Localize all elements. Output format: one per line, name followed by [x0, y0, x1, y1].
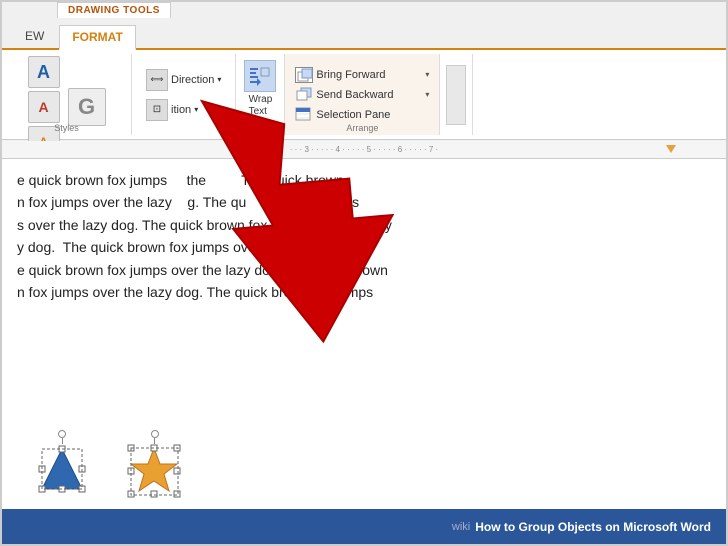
position-dropdown: ▾: [194, 105, 198, 114]
ribbon-tabs: EW FORMAT: [2, 22, 726, 50]
text-style-a-blue[interactable]: A: [28, 56, 60, 88]
wrap-text-btn[interactable]: WrapText ▾: [236, 54, 285, 135]
ruler-content: · · · 3 · · · · · 4 · · · · · 5 · · · · …: [2, 145, 726, 154]
position-icon: ⊡: [146, 99, 168, 121]
direction-dropdown: ▾: [217, 75, 221, 84]
wiki-logo: wiki: [452, 521, 470, 533]
ruler: · · · 3 · · · · · 4 · · · · · 5 · · · · …: [2, 141, 726, 159]
doc-text-6: n fox jumps over the lazy dog. The quick…: [17, 281, 711, 303]
direction-btn[interactable]: ⟺ Direction ▾: [142, 67, 225, 93]
bring-forward-btn[interactable]: Bring Forward ▾: [293, 66, 431, 84]
bring-forward-icon: [295, 67, 313, 83]
send-backward-btn[interactable]: Send Backward ▾: [293, 86, 431, 104]
more-ribbon: [440, 54, 473, 135]
direction-icon: ⟺: [146, 69, 168, 91]
tab-format-label: FORMAT: [72, 30, 122, 44]
doc-text-4: y dog. The quick brown fox jumps over th…: [17, 236, 711, 258]
selection-pane-icon: [295, 107, 313, 123]
bottom-bar: wiki How to Group Objects on Microsoft W…: [2, 509, 726, 544]
arrange-group: Bring Forward ▾ Send Backward ▾: [285, 54, 440, 135]
shape1-svg: [37, 444, 87, 494]
shape1-container[interactable]: [37, 430, 87, 499]
direction-position-group: ⟺ Direction ▾ ⊡ ition ▾: [132, 54, 236, 135]
ribbon-scroll[interactable]: [446, 65, 466, 125]
shapes-area: [37, 430, 182, 499]
selection-pane-btn[interactable]: Selection Pane: [293, 106, 431, 124]
drawing-tools-label: DRAWING TOOLS: [68, 5, 160, 16]
styles-group: A A A G Styles: [2, 54, 132, 135]
text-style-a-red[interactable]: A: [28, 91, 60, 123]
screenshot-container: DRAWING TOOLS EW FORMAT A A A G: [0, 0, 728, 546]
ruler-indicator: [666, 145, 676, 153]
doc-text-3: s over the lazy dog. The quick brown fox…: [17, 214, 711, 236]
rotate-handle-2: [151, 430, 159, 438]
how-to-label: How to Group Objects on Microsoft Word: [475, 520, 711, 534]
position-btn[interactable]: ⊡ ition ▾: [142, 97, 225, 123]
rotate-handle-1: [58, 430, 66, 438]
arrange-label: Arrange: [285, 123, 439, 133]
bring-forward-label: Bring Forward: [316, 69, 385, 81]
tab-format[interactable]: FORMAT: [59, 25, 135, 50]
styles-label: Styles: [2, 123, 131, 133]
wrap-text-dropdown: ▾: [258, 120, 262, 129]
text-style-g[interactable]: G: [68, 88, 106, 126]
doc-text-2: n fox jumps over the lazy g. The qu own …: [17, 191, 711, 213]
send-backward-icon: [295, 87, 313, 103]
wrap-text-label: WrapText: [249, 94, 273, 118]
send-backward-dropdown[interactable]: ▾: [425, 90, 429, 99]
doc-text-5: e quick brown fox jumps over the lazy do…: [17, 259, 711, 281]
position-label: ition: [171, 104, 191, 116]
direction-label: Direction: [171, 74, 214, 86]
shape2-container[interactable]: [127, 430, 182, 499]
drawing-tools-tab[interactable]: DRAWING TOOLS: [57, 2, 171, 18]
selection-pane-label: Selection Pane: [316, 109, 390, 121]
send-backward-label: Send Backward: [316, 89, 393, 101]
ribbon-content: A A A G Styles ⟺ Direction ▾: [2, 50, 726, 140]
tab-ew[interactable]: EW: [12, 24, 57, 48]
shape1-wrapper: [37, 444, 87, 499]
star-svg: [127, 444, 182, 499]
wrap-text-icon: [244, 60, 276, 92]
doc-text-1: e quick brown fox jumps the The quick br…: [17, 169, 711, 191]
bring-forward-dropdown[interactable]: ▾: [425, 70, 429, 79]
